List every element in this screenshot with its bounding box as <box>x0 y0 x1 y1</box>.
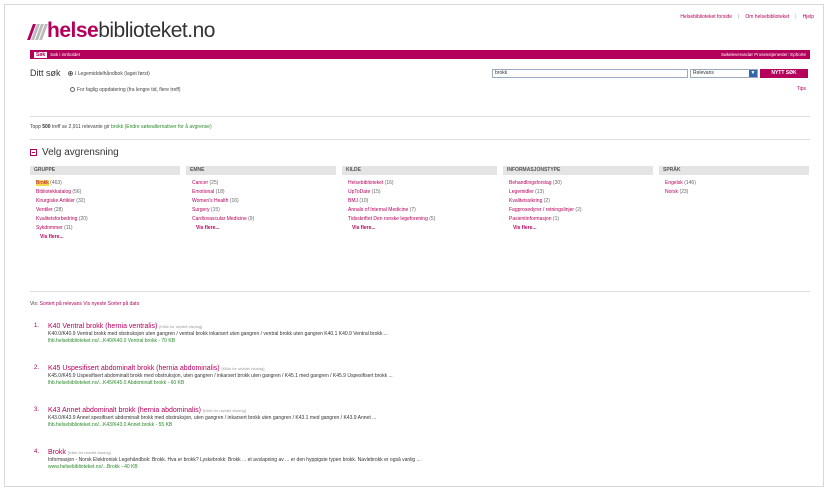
facet-item[interactable]: Bibliotekkatalog (56) <box>36 188 180 197</box>
search-option-1[interactable]: I Legemiddelhåndbok (laget først) <box>68 71 150 77</box>
result-url[interactable]: lhb.helsebiblioteket.no/...K43/K43.0 Ann… <box>48 422 810 429</box>
facet-item[interactable]: Tidsskriftet Den norske legeforening (5) <box>348 215 497 224</box>
site-logo[interactable]: helsebiblioteket.no <box>27 19 215 42</box>
facet-header: KILDE <box>342 166 497 175</box>
facet-item[interactable]: Kvalitetssikring (2) <box>509 197 653 206</box>
hits-summary: Topp 500 treff av 2,911 relevante gir br… <box>30 124 212 130</box>
facet-item[interactable]: UpToDate (15) <box>348 188 497 197</box>
result-snippet: K40.0/K40.9 Ventral brokk med obstruksjo… <box>48 331 388 337</box>
facet-item[interactable]: Cancer (25) <box>192 179 336 188</box>
sort-date-link[interactable]: Sorter på dato <box>108 301 140 307</box>
result-title[interactable]: Brokk [Klikk for utvidet visning] <box>48 448 810 457</box>
divider <box>30 291 810 292</box>
facet-item[interactable]: Kirurgiske Artikler (32) <box>36 197 180 206</box>
sort-relevance-link[interactable]: Sortert på relevans <box>40 301 82 307</box>
facet-item[interactable]: Brokk (463) <box>36 179 180 188</box>
facet-header: INFORMASJONSTYPE <box>503 166 653 175</box>
result-url[interactable]: www.helsebiblioteket.no/...Brokk - 40 KB <box>48 464 810 471</box>
result-number: 3. <box>34 407 40 413</box>
result-number: 4. <box>34 449 40 455</box>
separator: | <box>795 14 797 20</box>
hits-link[interactable]: (Endre søkealternativer for å avgrense) <box>125 124 212 130</box>
radio-button[interactable] <box>70 87 75 93</box>
facet-item[interactable]: Ventiler (28) <box>36 206 180 215</box>
sort-options: Vis: Sortert på relevans Vis nyeste Sort… <box>30 301 140 307</box>
result-snippet: Informasjon - Norsk Elektronisk Legehånd… <box>48 457 421 463</box>
facet-header: SPRÅK <box>659 166 809 175</box>
top-link-help[interactable]: Hjelp <box>803 14 814 20</box>
facet-item[interactable]: BMJ (10) <box>348 197 497 206</box>
result-url[interactable]: lhb.helsebiblioteket.no/...K45/K45.0 Abd… <box>48 380 810 387</box>
facet-item[interactable]: Women's Health (16) <box>192 197 336 206</box>
facet-info-type: INFORMASJONSTYPE Behandlingsforslag (30)… <box>503 166 653 242</box>
facet-source: KILDE Helsebiblioteket (16) UpToDate (15… <box>342 166 497 242</box>
nav-tag[interactable]: Søk <box>34 51 48 58</box>
sort-select[interactable]: Relevans ▼ <box>690 69 758 78</box>
result-snippet: K45.0/K45.9 Uspesifisert abdominalt brok… <box>48 373 393 379</box>
facet-item[interactable]: Emotional (18) <box>192 188 336 197</box>
facet-item[interactable]: Helsebiblioteket (16) <box>348 179 497 188</box>
sort-newest-link[interactable]: Vis nyeste <box>83 301 106 307</box>
logo-mark-icon <box>27 24 48 40</box>
search-option-2[interactable]: For faglig oppdatering (fra lengre tid, … <box>70 87 181 93</box>
show-more-link[interactable]: Vis flere... <box>30 233 180 242</box>
facet-item[interactable]: Kvalitetsforbedring (20) <box>36 215 180 224</box>
facet-language: SPRÅK Engelsk (146) Norsk (23) <box>659 166 809 242</box>
facet-group: GRUPPE Brokk (463) Bibliotekkatalog (56)… <box>30 166 180 242</box>
show-more-link[interactable]: Vis flere... <box>503 224 653 233</box>
top-link-home[interactable]: Helsebiblioteket forside <box>680 14 732 20</box>
facet-item[interactable]: Norsk (23) <box>665 188 809 197</box>
facet-item[interactable]: Cardiovascular Medicine (9) <box>192 215 336 224</box>
facet-item[interactable]: Engelsk (146) <box>665 179 809 188</box>
result-snippet: K43.0/K43.9 Annet spesifisert abdominalt… <box>48 415 377 421</box>
facet-item[interactable]: Surgery (15) <box>192 206 336 215</box>
new-search-button[interactable]: NYTT SØK <box>760 69 808 78</box>
result-title[interactable]: K40 Ventral brokk (hernia ventralis) [Kl… <box>48 322 810 331</box>
facet-header: EMNE <box>186 166 336 175</box>
tips-link[interactable]: Tips <box>797 86 806 92</box>
facet-item[interactable]: Legemidler (13) <box>509 188 653 197</box>
result-title[interactable]: K45 Uspesifisert abdominalt brokk (herni… <box>48 364 810 373</box>
facet-item[interactable]: Pasientinformasjon (1) <box>509 215 653 224</box>
result-item: 2. K45 Uspesifisert abdominalt brokk (he… <box>30 364 810 406</box>
logo-text: helsebiblioteket.no <box>47 19 215 42</box>
top-link-about[interactable]: Om helsebiblioteket <box>745 14 789 20</box>
divider <box>30 116 810 117</box>
facet-item[interactable]: Sykdommer (11) <box>36 224 180 233</box>
result-item: 1. K40 Ventral brokk (hernia ventralis) … <box>30 322 810 364</box>
facet-topic: EMNE Cancer (25) Emotional (18) Women's … <box>186 166 336 242</box>
show-more-link[interactable]: Vis flere... <box>342 224 497 233</box>
nav-label: Søk i innholdet <box>50 52 80 57</box>
top-links: Helsebiblioteket forside | Om helsebibli… <box>680 14 814 20</box>
nav-right-text[interactable]: Søkeleverandør Prosesstjenester: Ephorte <box>721 52 806 57</box>
results-list: 1. K40 Ventral brokk (hernia ventralis) … <box>30 322 810 484</box>
facet-columns: GRUPPE Brokk (463) Bibliotekkatalog (56)… <box>30 166 810 242</box>
chevron-down-icon: ▼ <box>749 70 757 77</box>
divider <box>30 139 810 140</box>
search-input[interactable]: brokk <box>492 69 688 78</box>
facet-item[interactable]: Annals of Internal Medicine (7) <box>348 206 497 215</box>
result-number: 2. <box>34 365 40 371</box>
result-item: 4. Brokk [Klikk for utvidet visning] Inf… <box>30 448 810 484</box>
facet-item[interactable]: Behandlingsforslag (30) <box>509 179 653 188</box>
facet-header: GRUPPE <box>30 166 180 175</box>
result-title[interactable]: K43 Annet abdominalt brokk (hernia abdom… <box>48 406 810 415</box>
search-panel: Ditt søk I Legemiddelhåndbok (laget førs… <box>30 68 810 98</box>
separator: | <box>738 14 740 20</box>
radio-button-checked[interactable] <box>68 71 73 77</box>
nav-bar: Søk Søk i innholdet Søkeleverandør Prose… <box>30 50 810 59</box>
result-item: 3. K43 Annet abdominalt brokk (hernia ab… <box>30 406 810 448</box>
collapse-icon[interactable] <box>30 149 37 156</box>
show-more-link[interactable]: Vis flere... <box>186 224 336 233</box>
result-url[interactable]: lhb.helsebiblioteket.no/...K40/K40.0 Ven… <box>48 338 810 345</box>
result-number: 1. <box>34 323 40 329</box>
narrow-section-heading[interactable]: Velg avgrensning <box>30 147 119 158</box>
facet-item[interactable]: Fagprosedyrer / retningslinjer (2) <box>509 206 653 215</box>
search-title: Ditt søk <box>30 68 61 78</box>
